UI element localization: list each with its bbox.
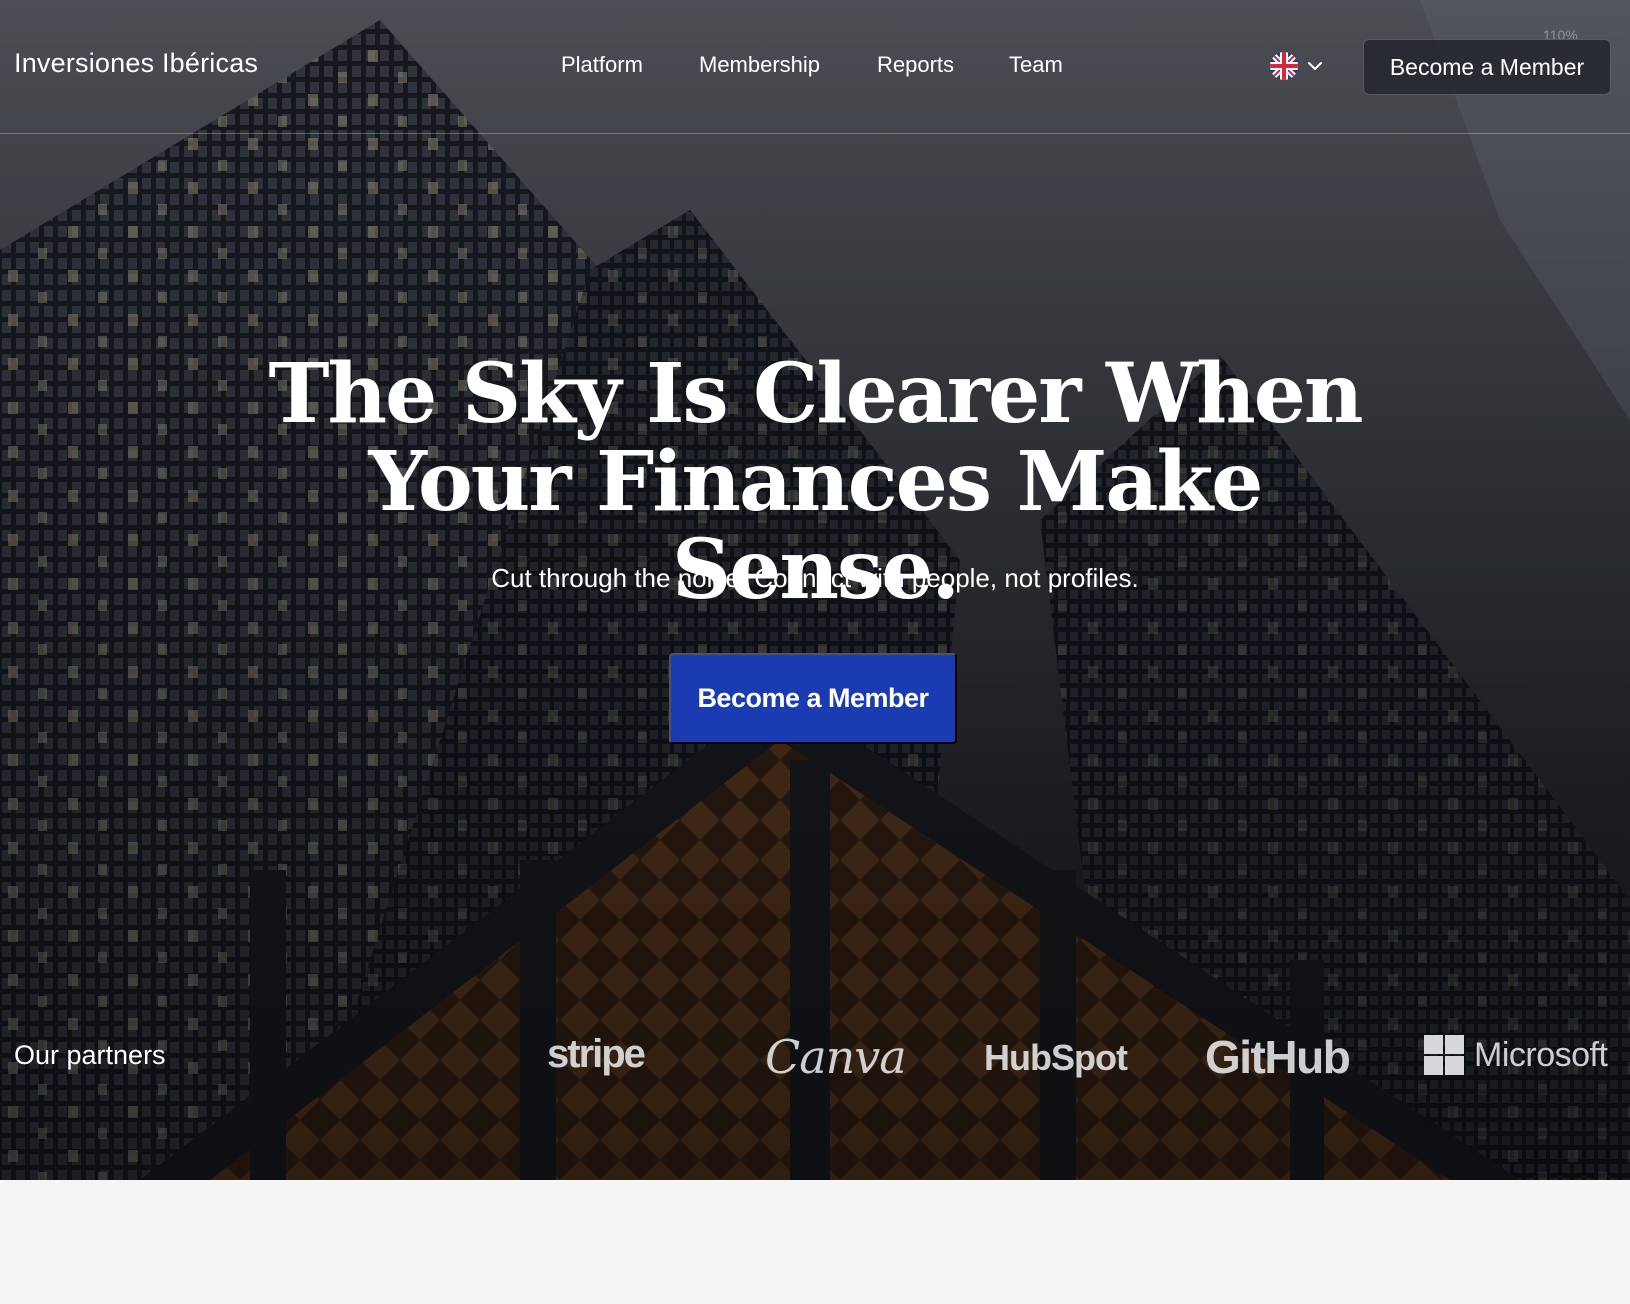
language-selector[interactable] [1270,52,1328,80]
nav-link-team[interactable]: Team [1009,52,1063,78]
top-navigation: Inversiones Ibéricas Platform Membership… [0,0,1630,134]
partners-label: Our partners [14,1040,166,1070]
brand-name[interactable]: Inversiones Ibéricas [14,48,258,79]
hero-subheadline: Cut through the noise. Connect with peop… [491,563,1139,593]
chevron-down-icon [1308,62,1322,70]
github-logo: GitHub [1205,1031,1351,1083]
nav-link-platform[interactable]: Platform [561,52,643,78]
microsoft-grid-icon [1424,1035,1464,1075]
uk-flag-icon [1270,52,1298,80]
nav-become-member-button[interactable]: Become a Member [1363,39,1611,95]
next-section [0,1180,1630,1304]
canva-logo: Canva [765,1030,907,1084]
hubspot-logo: HubSpot [984,1037,1128,1078]
hero-headline-line-1: The Sky Is Clearer When [268,346,1364,442]
stripe-logo: stripe [547,1032,646,1076]
microsoft-logo: Microsoft [1424,1035,1608,1075]
nav-link-membership[interactable]: Membership [699,52,820,78]
hero-become-member-button[interactable]: Become a Member [669,653,957,744]
microsoft-wordmark: Microsoft [1474,1035,1608,1074]
hero-section: Inversiones Ibéricas Platform Membership… [0,0,1630,1180]
nav-link-reports[interactable]: Reports [877,52,954,78]
